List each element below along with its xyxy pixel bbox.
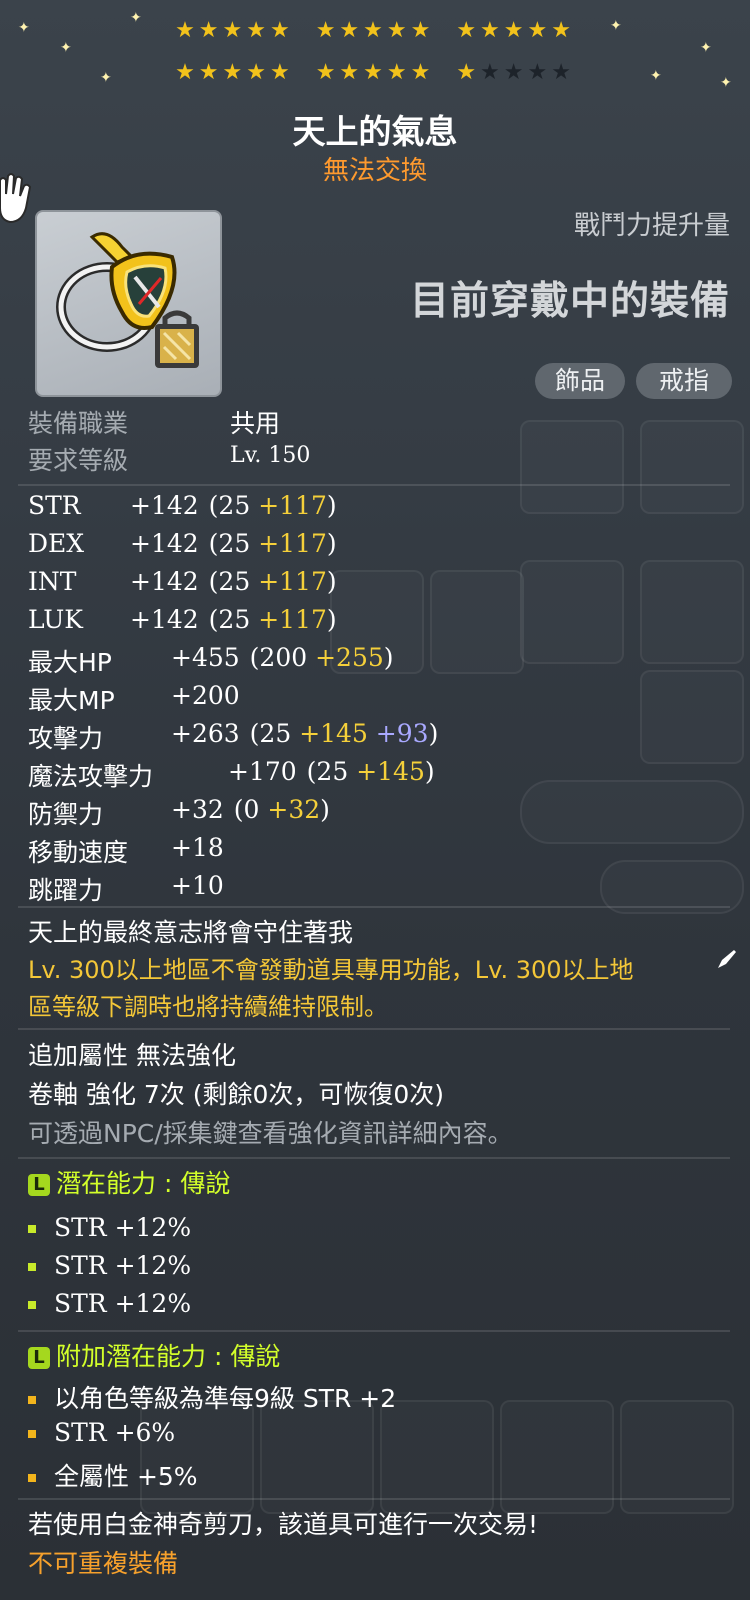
level-restriction-warning-line-1: Lv. 300以上地區不會發動道具專用功能，Lv. 300以上地 bbox=[28, 956, 634, 984]
combat-power-label: 戰鬥力提升量 bbox=[573, 211, 730, 241]
enhance-hint: 可透過NPC/採集鍵查看強化資訊詳細內容。 bbox=[28, 1119, 513, 1148]
stat-row: 防禦力 +32 (0 +32) bbox=[28, 795, 330, 831]
stat-name: 最大HP bbox=[28, 648, 112, 677]
stat-row: 移動速度 +18 bbox=[28, 833, 224, 869]
stat-value: +10 bbox=[171, 871, 224, 900]
stat-row: INT +142 (25 +117) bbox=[28, 567, 337, 596]
stat-value: +170 (25 +145) bbox=[228, 757, 435, 786]
stat-name: INT bbox=[28, 567, 77, 596]
potential-line: STR +12% bbox=[28, 1251, 191, 1280]
potential-header: L 潛在能力 : 傳說 bbox=[28, 1164, 230, 1200]
stat-value: +142 (25 +117) bbox=[130, 491, 337, 520]
bonus-potential-line: STR +6% bbox=[28, 1418, 175, 1447]
stat-value: +142 (25 +117) bbox=[130, 529, 337, 558]
tag-subcategory: 戒指 bbox=[636, 363, 732, 399]
background-slot bbox=[520, 780, 744, 844]
divider bbox=[18, 484, 730, 486]
bullet-icon bbox=[28, 1225, 36, 1233]
bonus-potential-header: L 附加潛在能力 : 傳說 bbox=[28, 1337, 280, 1373]
background-slot bbox=[640, 420, 744, 514]
divider bbox=[18, 906, 730, 908]
background-slot bbox=[640, 670, 744, 764]
bonus-potential-line: 以角色等級為準每9級 STR +2 bbox=[28, 1379, 396, 1415]
background-slot bbox=[620, 1400, 734, 1514]
bullet-icon bbox=[28, 1396, 36, 1404]
platinum-scissors-note: 若使用白金神奇剪刀，該道具可進行一次交易! bbox=[28, 1510, 539, 1539]
divider bbox=[18, 1157, 730, 1159]
stat-row: LUK +142 (25 +117) bbox=[28, 605, 337, 634]
background-slot bbox=[380, 1400, 494, 1514]
background-slot bbox=[430, 570, 524, 674]
level-restriction-warning-line-2: 區等級下調時也將持續維持限制。 bbox=[28, 993, 388, 1021]
pen-icon bbox=[718, 950, 736, 968]
stat-name: 防禦力 bbox=[28, 800, 104, 829]
background-slot bbox=[520, 420, 624, 514]
bullet-icon bbox=[28, 1263, 36, 1271]
requirement-value: Lv. 150 bbox=[230, 443, 311, 468]
stat-row: STR +142 (25 +117) bbox=[28, 491, 337, 520]
stat-value: +142 (25 +117) bbox=[130, 567, 337, 596]
ring-icon bbox=[56, 232, 199, 368]
divider bbox=[18, 1028, 730, 1030]
scroll-enhance-status: 卷軸 強化 7次 (剩餘0次，可恢復0次) bbox=[28, 1080, 445, 1109]
stat-row: 最大MP +200 bbox=[28, 681, 240, 717]
stat-name: LUK bbox=[28, 605, 83, 634]
stat-name: 跳躍力 bbox=[28, 876, 104, 905]
stat-value: +18 bbox=[171, 833, 224, 862]
divider bbox=[18, 1498, 730, 1500]
item-icon-frame bbox=[35, 210, 222, 397]
stat-value: +455 (200 +255) bbox=[171, 643, 394, 672]
stat-name: 魔法攻擊力 bbox=[28, 762, 154, 791]
requirement-label: 要求等級 bbox=[28, 446, 129, 475]
bullet-icon bbox=[28, 1430, 36, 1438]
item-tooltip: ✦ ✦ ✦ ✦ ✦ ✦ ✦ ✦ ★★★★★ ★★★★★ ★★★★★ ★★★★★ ★★★… bbox=[0, 0, 750, 1600]
bonus-potential-title: 附加潛在能力 : 傳說 bbox=[56, 1342, 281, 1371]
divider bbox=[18, 1330, 730, 1332]
stat-row: DEX +142 (25 +117) bbox=[28, 529, 337, 558]
background-slot bbox=[500, 1400, 614, 1514]
flame-enhance-status: 追加屬性 無法強化 bbox=[28, 1041, 236, 1070]
legendary-tier-icon: L bbox=[28, 1347, 50, 1369]
stat-name: 攻擊力 bbox=[28, 724, 104, 753]
bullet-icon bbox=[28, 1474, 36, 1482]
stat-name: DEX bbox=[28, 529, 85, 558]
potential-line: STR +12% bbox=[28, 1289, 191, 1318]
tag-category: 飾品 bbox=[535, 363, 625, 399]
background-slot bbox=[520, 560, 624, 664]
stat-name: 移動速度 bbox=[28, 838, 129, 867]
stat-value: +32 (0 +32) bbox=[171, 795, 330, 824]
potential-line: STR +12% bbox=[28, 1213, 191, 1242]
compare-equipped-text: 目前穿戴中的裝備 bbox=[409, 279, 730, 324]
requirement-label: 裝備職業 bbox=[28, 409, 129, 438]
item-description: 天上的最終意志將會守住著我 bbox=[28, 918, 354, 947]
stat-name: STR bbox=[28, 491, 81, 520]
background-slot bbox=[260, 1400, 374, 1514]
trade-status: 無法交換 bbox=[322, 156, 427, 186]
stat-name: 最大MP bbox=[28, 686, 115, 715]
stat-row: 跳躍力 +10 bbox=[28, 871, 224, 907]
potential-title: 潛在能力 : 傳說 bbox=[56, 1169, 231, 1198]
requirement-row: 要求等級 Lv. 150 bbox=[28, 441, 310, 477]
stat-row: 魔法攻擊力 +170 (25 +145) bbox=[28, 757, 435, 793]
star-force-row-2: ★★★★★ ★★★★★ ★★★★★ bbox=[175, 60, 575, 85]
requirement-value: 共用 bbox=[230, 409, 281, 438]
bonus-potential-line: 全屬性 +5% bbox=[28, 1457, 198, 1493]
unique-equip-note: 不可重複裝備 bbox=[28, 1549, 179, 1578]
stat-value: +263 (25 +145 +93) bbox=[171, 719, 439, 748]
requirement-row: 裝備職業 共用 bbox=[28, 404, 280, 440]
background-slot bbox=[640, 560, 744, 664]
stat-value: +142 (25 +117) bbox=[130, 605, 337, 634]
star-force-row-1: ★★★★★ ★★★★★ ★★★★★ bbox=[175, 18, 575, 43]
stat-row: 最大HP +455 (200 +255) bbox=[28, 643, 394, 679]
bullet-icon bbox=[28, 1301, 36, 1309]
item-name: 天上的氣息 bbox=[292, 112, 458, 151]
legendary-tier-icon: L bbox=[28, 1174, 50, 1196]
stat-value: +200 bbox=[171, 681, 240, 710]
stat-row: 攻擊力 +263 (25 +145 +93) bbox=[28, 719, 438, 755]
